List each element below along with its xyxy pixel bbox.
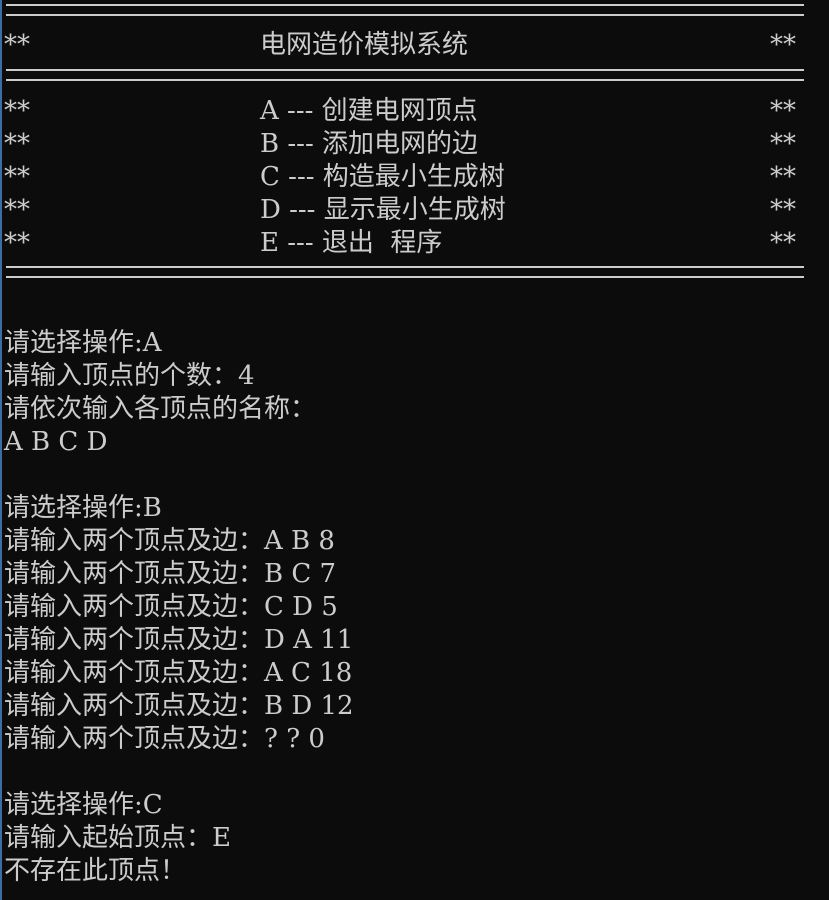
- output-line: 请依次输入各顶点的名称：: [4, 394, 317, 424]
- menu-item-b: B --- 添加电网的边: [260, 129, 478, 159]
- output-line: 请输入两个顶点及边：B D 12: [4, 691, 354, 721]
- menu-stars-left: **: [4, 228, 30, 258]
- output-line: 请输入两个顶点及边：? ? 0: [4, 724, 325, 754]
- output-line: 请输入顶点的个数：4: [4, 361, 255, 391]
- menu-item-c: C --- 构造最小生成树: [260, 162, 505, 192]
- banner-rule-middle: [6, 69, 804, 81]
- menu-stars-left: **: [4, 96, 30, 126]
- menu-row-e: ** E --- 退出 程序 **: [0, 227, 829, 260]
- menu-row-b: ** B --- 添加电网的边 **: [0, 128, 829, 161]
- output-line: A B C D: [4, 427, 108, 457]
- output-line: 请选择操作:A: [4, 328, 162, 358]
- banner-title: 电网造价模拟系统: [260, 30, 469, 60]
- banner-rule-top: [6, 4, 804, 16]
- output-line: 请输入两个顶点及边：A B 8: [4, 526, 335, 556]
- menu-stars-left: **: [4, 129, 30, 159]
- menu-row-a: ** A --- 创建电网顶点 **: [0, 95, 829, 128]
- output-line: 请选择操作:C: [4, 790, 163, 820]
- menu-stars-right: **: [770, 129, 796, 159]
- output-line: 请输入两个顶点及边：A C 18: [4, 658, 353, 688]
- menu-stars-left: **: [4, 195, 30, 225]
- menu-item-a: A --- 创建电网顶点: [260, 96, 478, 126]
- error-message: 不存在此顶点！: [4, 856, 187, 886]
- menu-stars-right: **: [770, 162, 796, 192]
- output-line: 请选择操作:B: [4, 493, 162, 523]
- output-line: 请输入两个顶点及边：C D 5: [4, 592, 338, 622]
- menu-item-e: E --- 退出 程序: [260, 228, 443, 258]
- output-line: 请输入起始顶点：E: [4, 823, 231, 853]
- output-line: 请输入两个顶点及边：D A 11: [4, 625, 354, 655]
- menu-stars-right: **: [770, 96, 796, 126]
- output-line: 请输入两个顶点及边：B C 7: [4, 559, 337, 589]
- banner-stars-left: **: [4, 30, 30, 60]
- banner-rule-bottom: [6, 266, 804, 278]
- banner-title-row: ** 电网造价模拟系统 **: [0, 29, 829, 62]
- menu-row-d: ** D --- 显示最小生成树 **: [0, 194, 829, 227]
- banner-stars-right: **: [770, 30, 796, 60]
- menu-stars-right: **: [770, 228, 796, 258]
- console-window[interactable]: ** 电网造价模拟系统 ** ** A --- 创建电网顶点 ** ** B -…: [0, 0, 829, 900]
- menu-stars-left: **: [4, 162, 30, 192]
- menu-item-d: D --- 显示最小生成树: [260, 195, 506, 225]
- menu-row-c: ** C --- 构造最小生成树 **: [0, 161, 829, 194]
- menu-stars-right: **: [770, 195, 796, 225]
